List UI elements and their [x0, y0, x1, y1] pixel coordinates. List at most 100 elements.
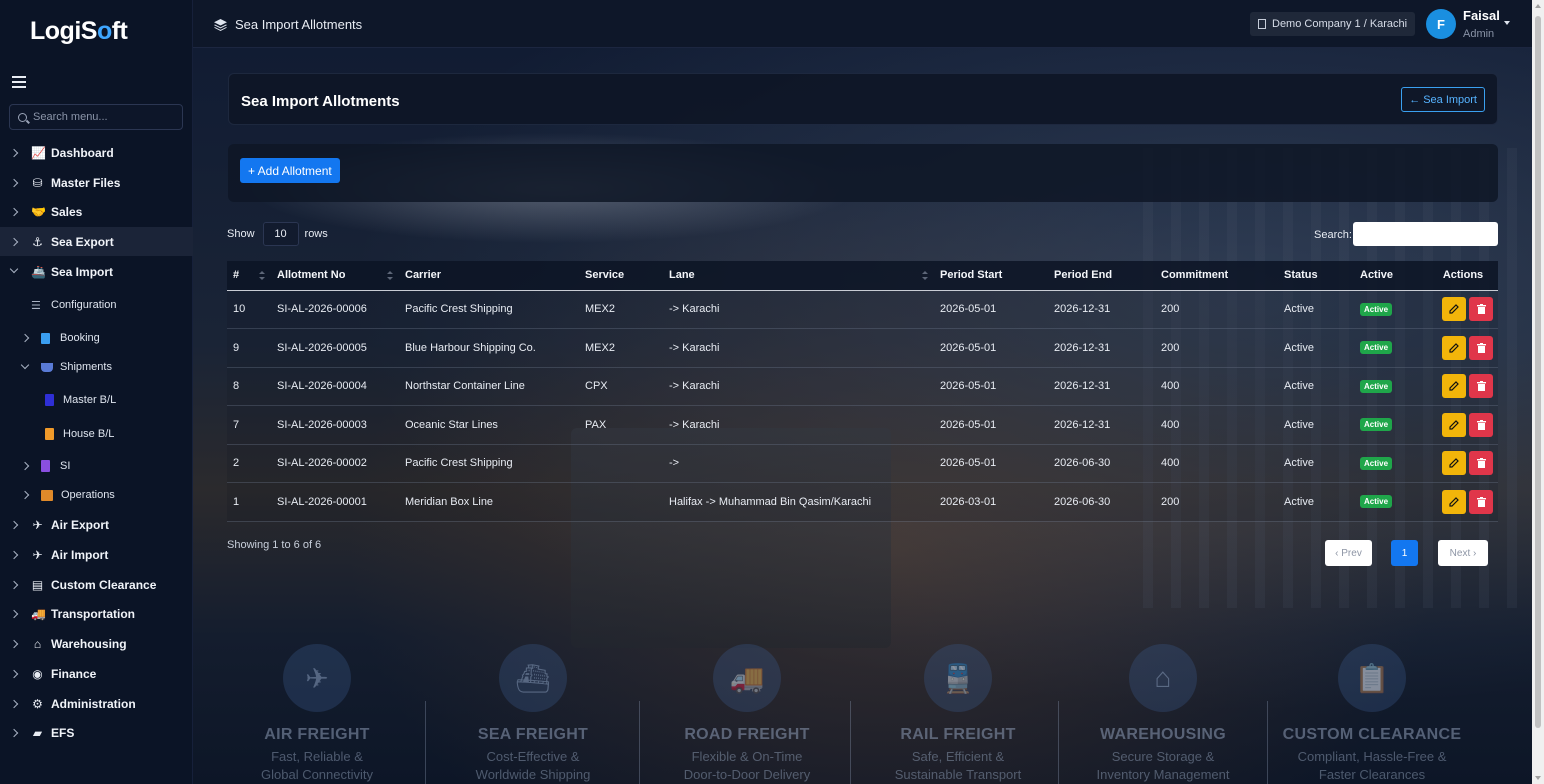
sidebar-item-booking[interactable]: Booking [20, 325, 100, 351]
database-icon: ⛁ [32, 175, 43, 190]
table-header-row: # Allotment No Carrier Service Lane Peri… [227, 261, 1498, 291]
main-content: Sea Import Allotments ← Sea Import + Add… [193, 48, 1532, 784]
file-icon [41, 460, 50, 472]
warehouse-icon: ⌂ [33, 636, 42, 651]
edit-button[interactable] [1442, 451, 1466, 476]
company-selector[interactable]: Demo Company 1 / Karachi [1250, 12, 1416, 36]
sidebar-item-si[interactable]: SI [20, 453, 70, 479]
anchor-icon: ⚓ [32, 234, 43, 249]
col-lane[interactable]: Lane [663, 261, 934, 291]
avatar[interactable]: F [1426, 9, 1456, 39]
folder-icon: ▰ [32, 725, 43, 740]
sidebar-item-master-files[interactable]: ⛁ Master Files [0, 168, 193, 197]
table-search-input[interactable] [1353, 222, 1498, 246]
pencil-icon [1449, 342, 1459, 353]
status-badge: Active [1360, 302, 1393, 316]
scroll-up-icon[interactable] [1535, 4, 1541, 8]
delete-button[interactable] [1469, 297, 1493, 322]
sidebar-item-finance[interactable]: ◉ Finance [0, 659, 193, 688]
back-to-sea-import-button[interactable]: ← Sea Import [1401, 87, 1485, 112]
delete-button[interactable] [1469, 412, 1493, 437]
page-title: Sea Import Allotments [241, 93, 400, 110]
col-service[interactable]: Service [579, 261, 663, 291]
col-carrier[interactable]: Carrier [399, 261, 579, 291]
col-commitment[interactable]: Commitment [1155, 261, 1278, 291]
status-badge: Active [1360, 495, 1393, 509]
user-name[interactable]: Faisal [1463, 8, 1500, 23]
col-allotment-no[interactable]: Allotment No [271, 261, 399, 291]
sidebar-item-operations[interactable]: Operations [20, 482, 115, 508]
edit-button[interactable] [1442, 297, 1466, 322]
feature-sea-freight: ⛴ SEA FREIGHT Cost-Effective & Worldwide… [428, 644, 638, 784]
page-header-card: Sea Import Allotments ← Sea Import [228, 73, 1498, 125]
coins-icon: ◉ [32, 666, 43, 681]
menu-search[interactable] [9, 104, 183, 130]
menu-toggle-icon[interactable] [12, 76, 26, 88]
ship-icon: ⛴ [499, 644, 567, 712]
sort-icon [922, 271, 928, 281]
sidebar-item-warehousing[interactable]: ⌂ Warehousing [0, 629, 193, 658]
col-id[interactable]: # [227, 261, 271, 291]
sidebar-item-efs[interactable]: ▰ EFS [0, 718, 193, 747]
truck-icon: 🚚 [713, 644, 781, 712]
table-row: 7 SI-AL-2026-00003 Oceanic Star Lines PA… [227, 405, 1498, 445]
trash-icon [1476, 419, 1486, 430]
sidebar-item-sales[interactable]: 🤝 Sales [0, 197, 193, 226]
prev-page-button[interactable]: ‹ Prev [1325, 540, 1372, 566]
sort-icon [259, 271, 265, 281]
trash-icon [1476, 381, 1486, 392]
plane-icon: ✈ [283, 644, 351, 712]
col-status[interactable]: Status [1278, 261, 1354, 291]
page-1-button[interactable]: 1 [1391, 540, 1418, 566]
add-allotment-button[interactable]: + Add Allotment [240, 158, 340, 183]
edit-button[interactable] [1442, 489, 1466, 514]
sidebar-item-air-import[interactable]: ✈ Air Import [0, 540, 193, 569]
edit-button[interactable] [1442, 412, 1466, 437]
table-search-label: Search: [1314, 229, 1352, 241]
train-icon: 🚆 [924, 644, 992, 712]
col-period-start[interactable]: Period Start [934, 261, 1048, 291]
sidebar-item-custom-clearance[interactable]: ▤ Custom Clearance [0, 570, 193, 599]
scrollbar-thumb[interactable] [1535, 16, 1541, 728]
rows-per-page-input[interactable]: 10 [262, 222, 299, 246]
table-row: 8 SI-AL-2026-00004 Northstar Container L… [227, 367, 1498, 406]
sidebar-item-air-export[interactable]: ✈ Air Export [0, 510, 193, 539]
menu-search-input[interactable] [33, 111, 173, 123]
edit-button[interactable] [1442, 374, 1466, 399]
col-period-end[interactable]: Period End [1048, 261, 1155, 291]
trash-icon [1476, 458, 1486, 469]
sidebar-item-configuration[interactable]: ☰ Configuration [31, 292, 116, 318]
sidebar-item-transportation[interactable]: 🚚 Transportation [0, 599, 193, 628]
delete-button[interactable] [1469, 489, 1493, 514]
feature-divider [639, 701, 640, 784]
chevron-down-icon[interactable] [1504, 21, 1510, 25]
page-scrollbar[interactable] [1532, 0, 1544, 784]
sidebar-item-house-bl[interactable]: House B/L [45, 421, 114, 447]
delete-button[interactable] [1469, 451, 1493, 476]
file-icon [45, 428, 54, 440]
trash-icon [1476, 304, 1486, 315]
status-badge: Active [1360, 379, 1393, 393]
sidebar-item-administration[interactable]: ⚙ Administration [0, 689, 193, 718]
status-badge: Active [1360, 341, 1393, 355]
table-row: 2 SI-AL-2026-00002 Pacific Crest Shippin… [227, 444, 1498, 483]
sidebar-item-sea-export[interactable]: ⚓ Sea Export [0, 227, 193, 256]
sidebar-item-master-bl[interactable]: Master B/L [45, 387, 116, 413]
building-icon [1258, 19, 1266, 29]
edit-button[interactable] [1442, 335, 1466, 360]
sliders-icon: ☰ [31, 299, 41, 312]
sidebar-item-sea-import[interactable]: 🚢 Sea Import [0, 257, 193, 286]
next-page-button[interactable]: Next › [1438, 540, 1488, 566]
handshake-icon: 🤝 [31, 204, 46, 219]
ship-icon: 🚢 [31, 264, 46, 279]
delete-button[interactable] [1469, 374, 1493, 399]
sidebar-item-dashboard[interactable]: 📈 Dashboard [0, 138, 193, 167]
col-active[interactable]: Active [1354, 261, 1422, 291]
chart-line-icon: 📈 [31, 145, 46, 160]
feature-divider [425, 701, 426, 784]
search-icon [18, 112, 27, 122]
sidebar-item-shipments[interactable]: Shipments [20, 354, 112, 380]
scroll-down-icon[interactable] [1535, 776, 1541, 780]
clipboard-icon [41, 332, 50, 344]
delete-button[interactable] [1469, 335, 1493, 360]
